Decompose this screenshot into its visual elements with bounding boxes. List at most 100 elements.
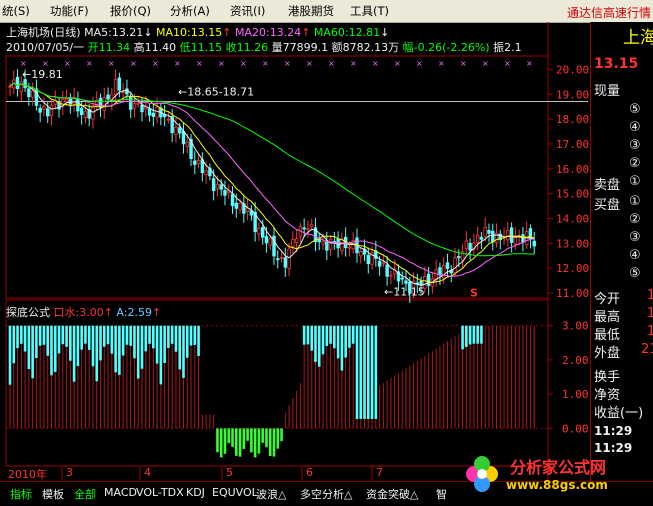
indicator-cyan-bar [121,325,125,356]
signal-x-marker: × [328,59,335,68]
indicator-cyan-bar [110,325,114,354]
indicator-cyan-bar [480,325,483,344]
signal-x-marker: × [42,59,49,68]
indicator-cyan-bar [374,325,378,419]
candle-body [302,227,306,230]
signal-x-marker: × [174,59,181,68]
tab-macd[interactable]: MACD [104,486,137,499]
indicator-cyan-bar [61,325,65,345]
indicator-green-bar [223,428,227,454]
candle-body [49,105,54,117]
candle-body [377,260,382,267]
candle-body [404,280,408,284]
stat-low: 最低 [594,328,621,343]
buy-level-3: ③ [629,230,641,245]
signal-x-marker: × [86,59,93,68]
candle-body [42,106,46,110]
indicator-cyan-bar [50,325,53,376]
indicator-cyan-bar [310,325,314,351]
signal-x-marker: × [130,59,137,68]
indicator-cyan-bar [148,325,151,344]
indicator-cyan-bar [155,325,159,364]
tab-vol-tdx[interactable]: VOL-TDX [136,486,184,499]
open-label: 开11.34 [87,41,131,54]
water-label: 口水:3.00 [53,306,104,319]
candle-body [279,257,284,259]
tab-template[interactable]: 模板 [42,486,64,502]
candle-body [196,159,201,164]
tab-all[interactable]: 全部 [74,486,96,502]
signal-x-marker: × [394,59,401,68]
candle-body [385,264,389,277]
indicator-cyan-bar [23,325,27,352]
indicator-cyan-bar [340,325,344,371]
candle-body [483,227,487,237]
indicator-cyan-bar [314,325,317,362]
indicator-cyan-bar [355,325,359,419]
tab-equvol[interactable]: EQUVOL [212,486,258,499]
candle-body [260,227,265,238]
signal-x-marker: × [526,59,533,68]
indicator-cyan-bar [468,325,472,345]
indicator-header: 探底公式 口水:3.00↑ A:2.59↑ [6,306,162,319]
indicator-green-bar [261,428,264,443]
tab-indicator[interactable]: 指标 [10,486,32,502]
tab-capital-break[interactable]: 资金突破△ [366,486,418,502]
indicator-tick-label: 3.00 [562,320,589,333]
indicator-green-bar [227,428,231,444]
indicator-green-bar [231,428,234,447]
current-price: 13.15 [594,56,639,72]
price-tick-label: 11.00 [556,287,589,300]
indicator-green-bar [238,428,242,457]
candle-body [287,248,291,269]
tab-kdj[interactable]: KDJ [186,486,205,499]
price-panel-frame [5,55,549,299]
tab-wave[interactable]: 波浪△ [256,486,286,502]
indicator-cyan-bar [370,325,374,419]
indicator-cyan-bar [167,325,170,348]
indicator-cyan-bar [306,325,310,345]
indicator-cyan-bar [465,325,468,347]
candle-body [491,230,495,243]
volume-label: 量77899.1 [271,41,329,54]
price-tick-label: 15.00 [556,188,589,201]
indicator-cyan-bar [152,325,155,349]
indicator-cyan-bar [46,325,50,356]
x-label-2010: 2010年 [8,468,47,481]
candle-body [219,184,223,190]
candle-body [400,277,404,280]
ohlc-line: 2010/07/05/一 开11.34 高11.40 低11.15 收11.26… [6,39,522,55]
current-volume-label: 现量 [594,84,621,99]
candle-body [294,238,299,243]
date-label: 2010/07/05/一 [6,41,85,54]
stat-open: 今开 [594,292,621,307]
indicator-cyan-bar [366,325,370,419]
chart-canvas[interactable]: 20.0019.0018.0017.0016.0015.0014.0013.00… [0,0,653,505]
buy-level-5: ⑤ [629,266,641,281]
indicator-cyan-bar [140,325,144,369]
indicator-cyan-bar [91,325,95,367]
tab-long-short[interactable]: 多空分析△ [300,486,352,502]
indicator-tick-label: 1.00 [562,388,589,401]
candle-body [181,131,186,145]
stat-low-value: 1 [647,324,653,339]
candle-body [487,230,491,234]
signal-x-marker: × [108,59,115,68]
indicator-cyan-bar [170,325,174,344]
candle-body [359,250,363,257]
ma10-label: MA10:13.15 [156,26,223,39]
indicator-name[interactable]: 探底公式 [6,306,50,319]
tab-smart[interactable]: 智 [436,486,447,502]
indicator-cyan-bar [65,325,68,347]
indicator-cyan-bar [80,325,83,350]
indicator-green-bar [216,428,219,453]
candle-body [442,265,446,279]
indicator-cyan-bar [114,325,117,373]
candle-body [166,118,171,121]
indicator-green-bar [272,428,276,457]
candle-body [223,190,227,196]
indicator-cyan-bar [35,325,38,359]
x-label-6: 6 [306,466,313,479]
candle-body [521,234,525,243]
indicator-cyan-bar [129,325,132,346]
